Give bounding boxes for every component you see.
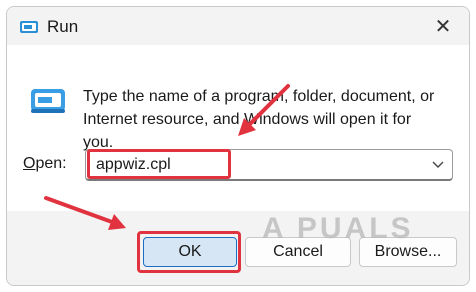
arrow-to-ok: [44, 196, 126, 230]
annotation-arrows: [44, 84, 290, 230]
arrow-to-input: [238, 84, 290, 136]
